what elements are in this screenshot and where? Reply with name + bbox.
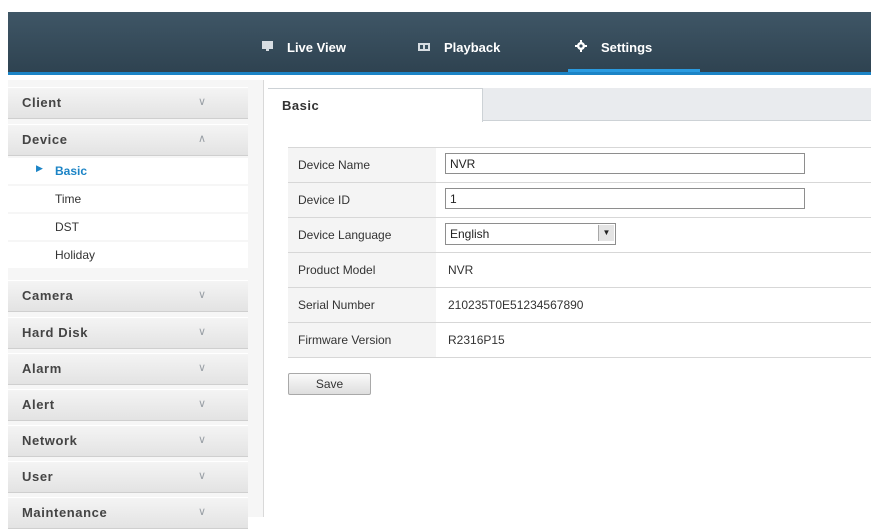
sidebar-section-label: Alert	[22, 397, 55, 412]
sidebar-section-device[interactable]: Device ∧	[8, 124, 248, 156]
sidebar-section-label: Network	[22, 433, 78, 448]
sidebar-section-client[interactable]: Client ∨	[8, 87, 248, 119]
device-id-label: Device ID	[288, 183, 436, 217]
nav-live-view[interactable]: Live View	[262, 38, 346, 56]
save-button[interactable]: Save	[288, 373, 371, 395]
sidebar-section-label: Device	[22, 132, 68, 147]
sidebar-item-dst[interactable]: DST	[8, 214, 248, 240]
device-id-input[interactable]	[445, 188, 805, 209]
chevron-down-icon: ∨	[198, 506, 207, 518]
chevron-down-icon: ∨	[198, 326, 207, 338]
sidebar-section-label: Client	[22, 95, 62, 110]
chevron-down-icon: ∨	[198, 470, 207, 482]
sidebar: Client ∨ Device ∧ ▶ Basic Time DST Holid…	[8, 80, 264, 529]
serial-number-value: 210235T0E51234567890	[448, 298, 584, 312]
nav-active-indicator	[568, 69, 700, 72]
chevron-down-icon: ∨	[198, 398, 207, 410]
sidebar-section-label: Hard Disk	[22, 325, 89, 340]
device-language-select[interactable]: English ▼	[445, 223, 616, 245]
sidebar-section-alert[interactable]: Alert ∨	[8, 389, 248, 421]
firmware-version-value: R2316P15	[448, 333, 505, 347]
gear-icon	[575, 39, 587, 55]
chevron-up-icon: ∧	[198, 133, 207, 145]
firmware-version-label: Firmware Version	[288, 323, 436, 357]
firmware-version-row: Firmware Version R2316P15	[288, 323, 871, 358]
sidebar-item-label: Time	[55, 192, 82, 206]
device-language-row: Device Language English ▼	[288, 218, 871, 253]
sidebar-section-user[interactable]: User ∨	[8, 461, 248, 493]
nav-playback[interactable]: Playback	[418, 38, 500, 56]
product-model-row: Product Model NVR	[288, 253, 871, 288]
caret-right-icon: ▶	[36, 163, 43, 173]
device-language-value: English	[450, 227, 490, 241]
device-name-row: Device Name	[288, 148, 871, 183]
sidebar-section-camera[interactable]: Camera ∨	[8, 280, 248, 312]
top-strip	[0, 0, 871, 12]
serial-number-label: Serial Number	[288, 288, 436, 322]
sidebar-item-label: DST	[55, 220, 79, 234]
sidebar-item-label: Holiday	[55, 248, 96, 262]
monitor-icon	[262, 40, 273, 55]
device-id-row: Device ID	[288, 183, 871, 218]
chevron-down-icon: ∨	[198, 96, 207, 108]
tab-basic[interactable]: Basic	[268, 88, 483, 122]
sidebar-item-holiday[interactable]: Holiday	[8, 242, 248, 268]
device-name-input[interactable]	[445, 153, 805, 174]
sidebar-section-hard-disk[interactable]: Hard Disk ∨	[8, 317, 248, 349]
nav-settings-label: Settings	[601, 39, 653, 55]
basic-settings-form: Device Name Device ID Device Language En…	[288, 147, 871, 358]
sidebar-section-label: Maintenance	[22, 505, 108, 520]
serial-number-row: Serial Number 210235T0E51234567890	[288, 288, 871, 323]
sidebar-section-alarm[interactable]: Alarm ∨	[8, 353, 248, 385]
sidebar-section-maintenance[interactable]: Maintenance ∨	[8, 497, 248, 529]
chevron-down-icon: ∨	[198, 362, 207, 374]
sidebar-section-label: Camera	[22, 288, 74, 303]
nav-settings[interactable]: Settings	[575, 38, 652, 56]
nav-live-view-label: Live View	[287, 39, 347, 55]
device-language-label: Device Language	[288, 218, 436, 252]
top-bar-accent-line	[8, 72, 871, 75]
film-icon	[418, 40, 430, 55]
sidebar-item-time[interactable]: Time	[8, 186, 248, 212]
sidebar-item-label: Basic	[55, 164, 88, 178]
sidebar-section-label: Alarm	[22, 361, 62, 376]
sidebar-item-basic[interactable]: ▶ Basic	[8, 158, 248, 184]
main-panel: Basic Device Name Device ID Device Langu…	[268, 80, 871, 517]
product-model-label: Product Model	[288, 253, 436, 287]
tab-basic-label: Basic	[282, 98, 320, 113]
sidebar-section-label: User	[22, 469, 54, 484]
chevron-down-icon: ∨	[198, 434, 207, 446]
dropdown-arrow-icon[interactable]: ▼	[598, 225, 614, 241]
sidebar-section-network[interactable]: Network ∨	[8, 425, 248, 457]
product-model-value: NVR	[448, 263, 474, 277]
chevron-down-icon: ∨	[198, 289, 207, 301]
nav-playback-label: Playback	[444, 39, 501, 55]
device-name-label: Device Name	[288, 148, 436, 182]
